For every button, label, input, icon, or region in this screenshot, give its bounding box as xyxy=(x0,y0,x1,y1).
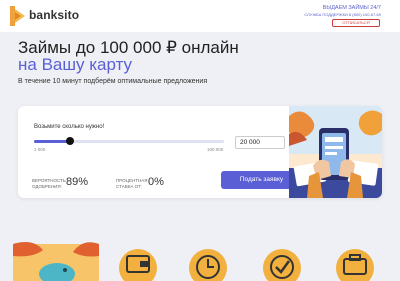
header-promo: ВЫДАЕМ ЗАЙМЫ 24/7 xyxy=(322,5,381,11)
clock-icon xyxy=(189,249,227,281)
logo-icon xyxy=(10,6,25,26)
header-info: ВЫДАЕМ ЗАЙМЫ 24/7 СЛУЖБА ПОДДЕРЖКИ 8 (80… xyxy=(304,5,381,17)
slider-max-label: 100 000 xyxy=(207,147,224,152)
briefcase-icon xyxy=(336,249,374,281)
header: banksito ВЫДАЕМ ЗАЙМЫ 24/7 СЛУЖБА ПОДДЕР… xyxy=(0,0,400,32)
piggy-bank-icon xyxy=(13,242,99,281)
submit-button-label: Подать заявку xyxy=(239,176,284,183)
loan-form-card: Возьмите сколько нужно! 1 000 100 000 ВЕ… xyxy=(18,106,382,198)
checkmark-icon xyxy=(263,249,301,281)
approval-label: ВЕРОЯТНОСТЬ ОДОБРЕНИЯ: xyxy=(32,178,66,189)
page-subtitle: В течение 10 минут подберём оптимальные … xyxy=(18,78,208,85)
approval-value: 89% xyxy=(66,176,89,188)
logo-text[interactable]: banksito xyxy=(29,8,79,22)
amount-question: Возьмите сколько нужно! xyxy=(34,124,105,130)
amount-input[interactable] xyxy=(235,136,285,149)
slider-fill xyxy=(34,140,71,143)
support-phone[interactable]: СЛУЖБА ПОДДЕРЖКИ 8 (800) 100-67-69 xyxy=(304,12,381,17)
features-row xyxy=(0,240,400,281)
rate-label: ПРОЦЕНТНАЯ СТАВКА ОТ: xyxy=(116,178,148,189)
slider-min-label: 1 000 xyxy=(34,147,46,152)
amount-slider[interactable] xyxy=(34,137,224,145)
slider-handle[interactable] xyxy=(66,137,75,145)
rate-value: 0% xyxy=(148,176,164,188)
wallet-icon xyxy=(119,249,157,281)
page-title-line2: на Вашу карту xyxy=(18,55,133,74)
unsubscribe-button[interactable]: ОТПИСАТЬСЯ xyxy=(332,19,380,27)
phone-illustration xyxy=(289,106,382,198)
